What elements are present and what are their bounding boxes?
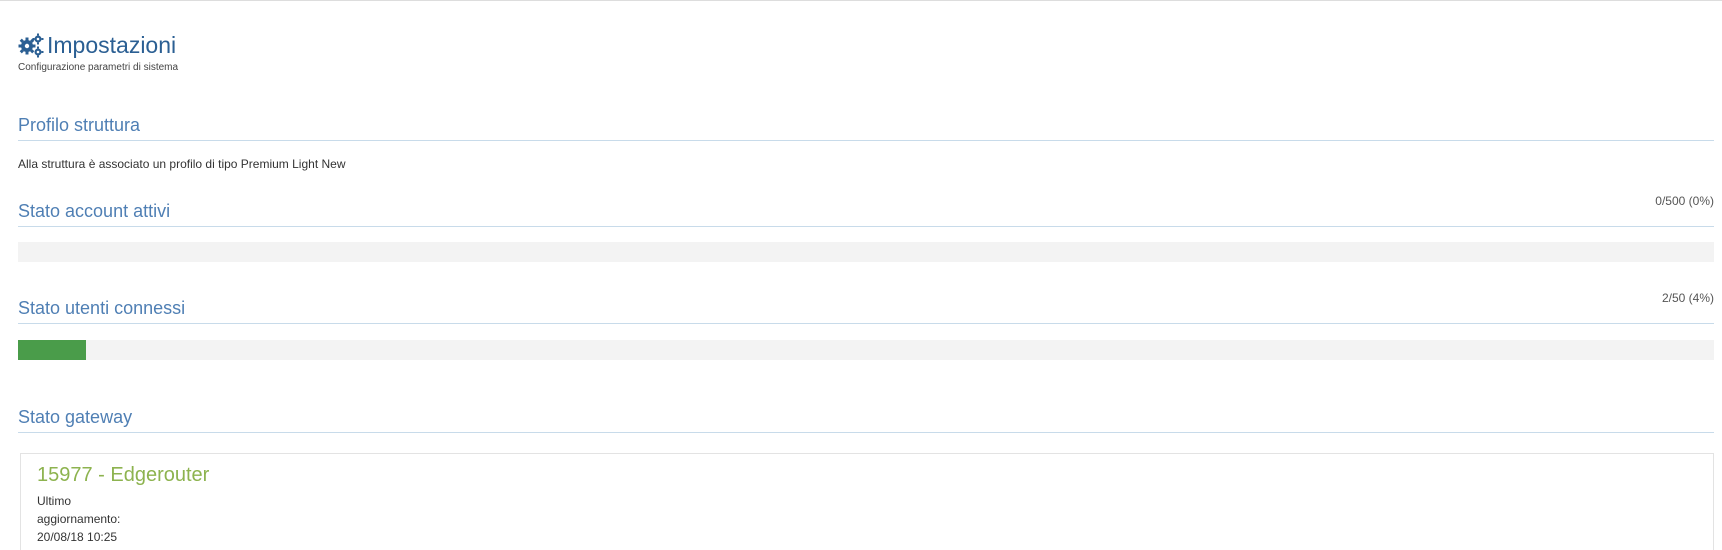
profile-description: Alla struttura è associato un profilo di…: [18, 157, 346, 171]
users-heading: Stato utenti connessi: [18, 297, 1714, 324]
page-title: Impostazioni: [47, 32, 177, 58]
accounts-section: Stato account attivi 0/500 (0%): [18, 194, 1714, 227]
gateway-heading: Stato gateway: [18, 406, 1714, 433]
profile-section: Profilo struttura Alla struttura è assoc…: [18, 114, 1714, 171]
gateway-last-update: Ultimo aggiornamento: 20/08/18 10:25: [37, 492, 1697, 546]
top-divider: [0, 0, 1722, 1]
gateway-card[interactable]: 15977 - Edgerouter Ultimo aggiornamento:…: [20, 453, 1714, 550]
title-row: Impostazioni: [18, 30, 618, 60]
last-update-label-line1: Ultimo: [37, 494, 72, 508]
accounts-heading: Stato account attivi: [18, 200, 1714, 227]
page-header: Impostazioni Configurazione parametri di…: [18, 30, 618, 73]
last-update-value: 20/08/18 10:25: [37, 530, 118, 544]
accounts-usage-value: 0/500 (0%): [1655, 194, 1714, 208]
users-usage-value: 2/50 (4%): [1661, 291, 1714, 305]
users-progress-fill: [18, 340, 86, 360]
gateway-section: Stato gateway: [18, 406, 1714, 433]
gateway-name[interactable]: 15977 - Edgerouter: [37, 462, 1697, 488]
page-subtitle: Configurazione parametri di sistema: [18, 62, 179, 73]
last-update-label-line2: aggiornamento:: [37, 512, 121, 526]
users-section: Stato utenti connessi 2/50 (4%): [18, 291, 1714, 324]
profile-heading: Profilo struttura: [18, 114, 1714, 141]
accounts-progress-bar: [18, 242, 1714, 262]
gears-icon: [18, 32, 44, 58]
users-progress-bar: [18, 340, 1714, 360]
